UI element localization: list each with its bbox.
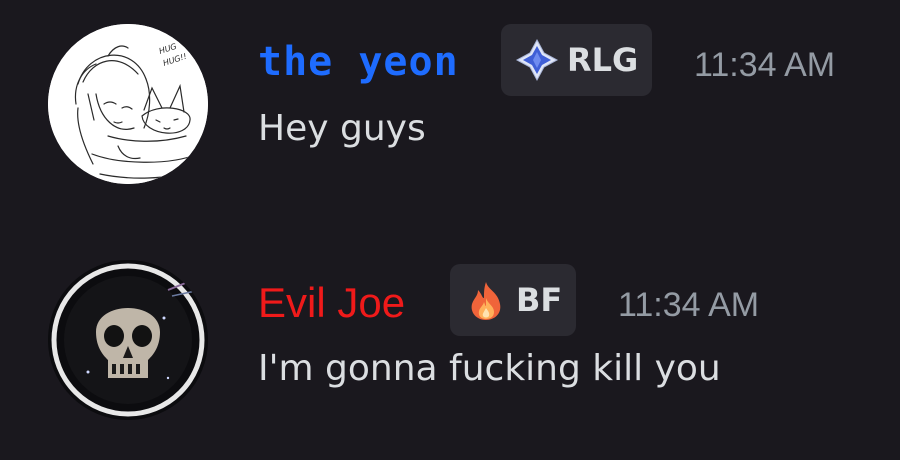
server-tag-label: RLG xyxy=(567,41,639,79)
timestamp[interactable]: 11:34 AM xyxy=(618,286,759,325)
timestamp[interactable]: 11:34 AM xyxy=(694,46,835,85)
username[interactable]: Evil Joe xyxy=(258,282,405,324)
message-item: HUG HUG!! the yeon RLG 11:34 AM Hey guys xyxy=(0,0,900,200)
avatar[interactable]: HUG HUG!! xyxy=(48,24,208,184)
blue-diamond-icon xyxy=(515,38,559,82)
avatar[interactable] xyxy=(48,260,208,420)
message-item: Evil Joe BF 11:34 AM I'm gonna fucking k… xyxy=(0,230,900,430)
server-tag[interactable]: BF xyxy=(450,264,577,336)
server-tag-label: BF xyxy=(516,281,563,319)
message-content: I'm gonna fucking kill you xyxy=(258,348,721,389)
server-tag[interactable]: RLG xyxy=(501,24,653,96)
username[interactable]: the yeon xyxy=(258,42,459,82)
skull-avatar-icon xyxy=(48,260,208,420)
message-content: Hey guys xyxy=(258,108,426,149)
sketch-avatar-icon: HUG HUG!! xyxy=(48,24,208,184)
fire-icon xyxy=(471,282,501,320)
